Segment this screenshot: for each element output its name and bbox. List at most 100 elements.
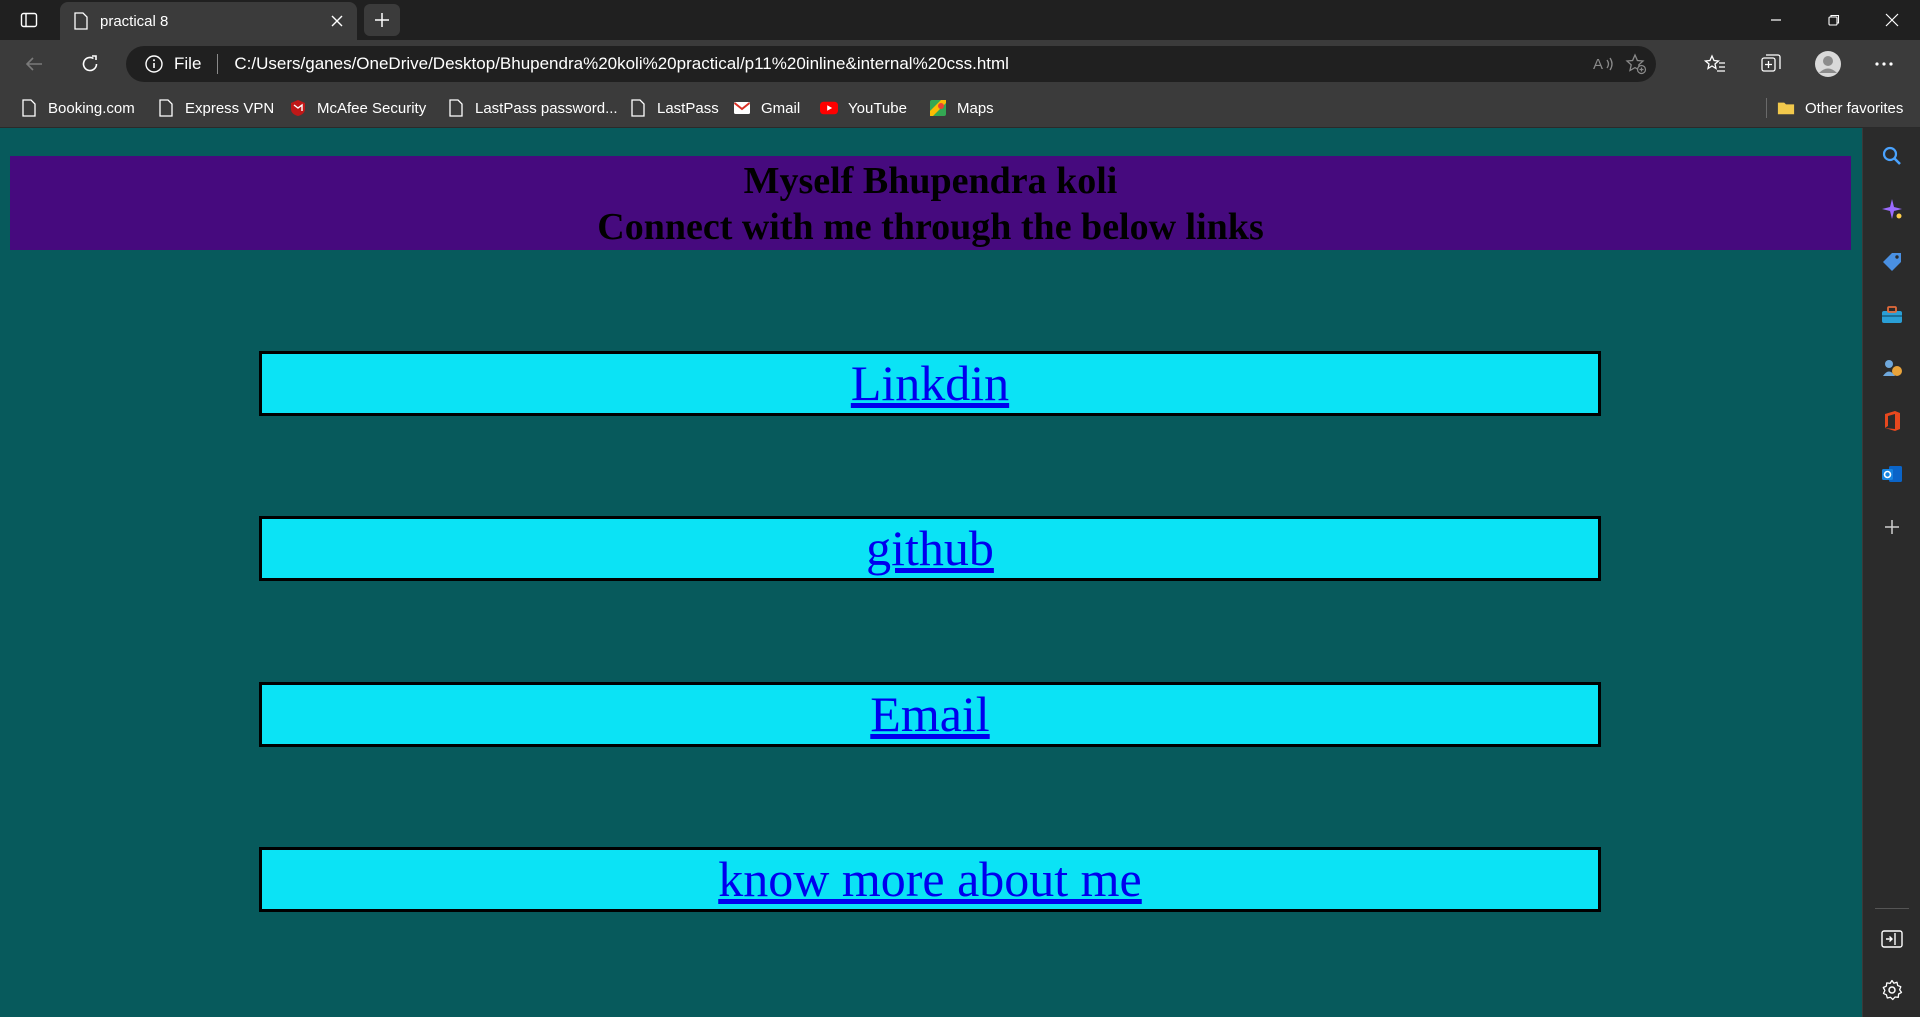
sidebar-copilot-button[interactable] bbox=[1873, 190, 1911, 228]
linkedin-link[interactable]: Linkdin bbox=[851, 355, 1009, 411]
favorite-label: LastPass bbox=[657, 99, 719, 117]
favorite-maps[interactable]: Maps bbox=[929, 96, 994, 120]
sidebar-hide-button[interactable] bbox=[1873, 920, 1911, 958]
sidebar-add-button[interactable] bbox=[1873, 508, 1911, 546]
read-aloud-icon: A bbox=[1593, 56, 1613, 73]
favorites-icon bbox=[1704, 54, 1725, 72]
edge-sidebar bbox=[1862, 128, 1920, 1017]
page-icon bbox=[629, 99, 647, 117]
email-link[interactable]: Email bbox=[870, 686, 989, 742]
sidebar-outlook-button[interactable] bbox=[1873, 455, 1911, 493]
link-box-email: Email bbox=[259, 682, 1601, 747]
refresh-button[interactable] bbox=[72, 48, 108, 80]
restore-icon bbox=[1828, 14, 1840, 26]
address-divider bbox=[217, 54, 219, 74]
favorite-lastpass-password[interactable]: LastPass password... bbox=[447, 96, 618, 120]
favorite-gmail[interactable]: Gmail bbox=[733, 96, 800, 120]
page-header: Myself Bhupendra koli Connect with me th… bbox=[10, 156, 1851, 250]
page-icon bbox=[74, 12, 88, 30]
minimize-button[interactable] bbox=[1748, 0, 1804, 40]
tab-title: practical 8 bbox=[100, 12, 169, 30]
youtube-icon bbox=[820, 99, 838, 117]
read-aloud-button[interactable]: A bbox=[1588, 48, 1620, 80]
title-bar: practical 8 bbox=[0, 0, 1920, 40]
back-button[interactable] bbox=[16, 48, 52, 80]
about-me-link[interactable]: know more about me bbox=[718, 851, 1142, 907]
collections-icon bbox=[1761, 54, 1781, 72]
favorites-bar: Booking.com Express VPN McAfee Security … bbox=[0, 88, 1920, 128]
refresh-icon bbox=[82, 55, 98, 72]
favorite-label: Maps bbox=[957, 99, 994, 117]
info-icon bbox=[145, 55, 163, 73]
office-icon bbox=[1885, 411, 1900, 431]
restore-button[interactable] bbox=[1806, 0, 1862, 40]
maps-icon bbox=[929, 99, 947, 117]
header-subtitle-line: Connect with me through the below links bbox=[597, 206, 1264, 248]
sidebar-search-button[interactable] bbox=[1873, 137, 1911, 175]
search-icon bbox=[1882, 146, 1901, 165]
sidebar-settings-button[interactable] bbox=[1873, 971, 1911, 1009]
minimize-icon bbox=[1771, 19, 1781, 21]
toolbox-icon bbox=[1882, 306, 1902, 323]
github-link[interactable]: github bbox=[866, 520, 994, 576]
page-heading: Myself Bhupendra koli Connect with me th… bbox=[10, 156, 1851, 250]
url-text[interactable]: C:/Users/ganes/OneDrive/Desktop/Bhupendr… bbox=[234, 54, 1009, 74]
star-add-icon bbox=[1625, 53, 1647, 75]
games-icon bbox=[1883, 360, 1902, 376]
address-bar[interactable]: File C:/Users/ganes/OneDrive/Desktop/Bhu… bbox=[126, 46, 1656, 82]
browser-tab[interactable]: practical 8 bbox=[60, 2, 357, 40]
favorite-label: Other favorites bbox=[1805, 99, 1904, 117]
sparkle-icon bbox=[1882, 199, 1902, 219]
favorites-button[interactable] bbox=[1697, 48, 1733, 80]
link-box-github: github bbox=[259, 516, 1601, 581]
favorite-express-vpn[interactable]: Express VPN bbox=[157, 96, 274, 120]
favorite-mcafee[interactable]: McAfee Security bbox=[289, 96, 426, 120]
close-window-button[interactable] bbox=[1864, 0, 1920, 40]
sidebar-office-button[interactable] bbox=[1873, 402, 1911, 440]
page-icon bbox=[157, 99, 175, 117]
page-content: Myself Bhupendra koli Connect with me th… bbox=[0, 128, 1862, 1017]
header-name-line: Myself Bhupendra koli bbox=[743, 160, 1118, 202]
more-icon bbox=[1875, 62, 1893, 66]
page-icon bbox=[20, 99, 38, 117]
favorite-label: LastPass password... bbox=[475, 99, 618, 117]
close-icon bbox=[1885, 13, 1899, 27]
sidebar-divider bbox=[1875, 908, 1909, 909]
favorite-lastpass[interactable]: LastPass bbox=[629, 96, 719, 120]
mcafee-icon bbox=[289, 99, 307, 117]
favorite-youtube[interactable]: YouTube bbox=[820, 96, 907, 120]
favorite-label: Booking.com bbox=[48, 99, 135, 117]
site-info-label[interactable]: File bbox=[174, 54, 201, 74]
link-box-about: know more about me bbox=[259, 847, 1601, 912]
svg-text:A: A bbox=[1593, 56, 1603, 73]
favorite-label: McAfee Security bbox=[317, 99, 427, 117]
favorite-label: Express VPN bbox=[185, 99, 275, 117]
sidebar-tools-button[interactable] bbox=[1873, 296, 1911, 334]
sidebar-games-button[interactable] bbox=[1873, 349, 1911, 387]
favorite-label: Gmail bbox=[761, 99, 801, 117]
add-favorite-button[interactable] bbox=[1620, 48, 1652, 80]
profile-button[interactable] bbox=[1810, 48, 1846, 80]
tab-actions-button[interactable] bbox=[12, 6, 46, 34]
avatar-icon bbox=[1815, 51, 1841, 77]
favorite-booking[interactable]: Booking.com bbox=[20, 96, 135, 120]
navigation-bar: File C:/Users/ganes/OneDrive/Desktop/Bhu… bbox=[0, 40, 1920, 88]
plus-icon bbox=[375, 13, 389, 27]
tag-icon bbox=[1883, 253, 1901, 271]
close-icon bbox=[331, 15, 343, 27]
hide-sidebar-icon bbox=[1881, 930, 1903, 948]
more-menu-button[interactable] bbox=[1866, 48, 1902, 80]
collections-button[interactable] bbox=[1753, 48, 1789, 80]
page-icon bbox=[447, 99, 465, 117]
outlook-icon bbox=[1882, 466, 1902, 482]
back-arrow-icon bbox=[25, 57, 42, 71]
favorites-divider bbox=[1766, 98, 1767, 118]
other-favorites-folder[interactable]: Other favorites bbox=[1777, 96, 1903, 120]
sidebar-shopping-button[interactable] bbox=[1873, 243, 1911, 281]
link-box-linkedin: Linkdin bbox=[259, 351, 1601, 416]
gear-icon bbox=[1882, 979, 1903, 1001]
gmail-icon bbox=[733, 99, 751, 117]
close-tab-button[interactable] bbox=[323, 7, 351, 35]
favorite-label: YouTube bbox=[848, 99, 907, 117]
new-tab-button[interactable] bbox=[364, 4, 400, 36]
